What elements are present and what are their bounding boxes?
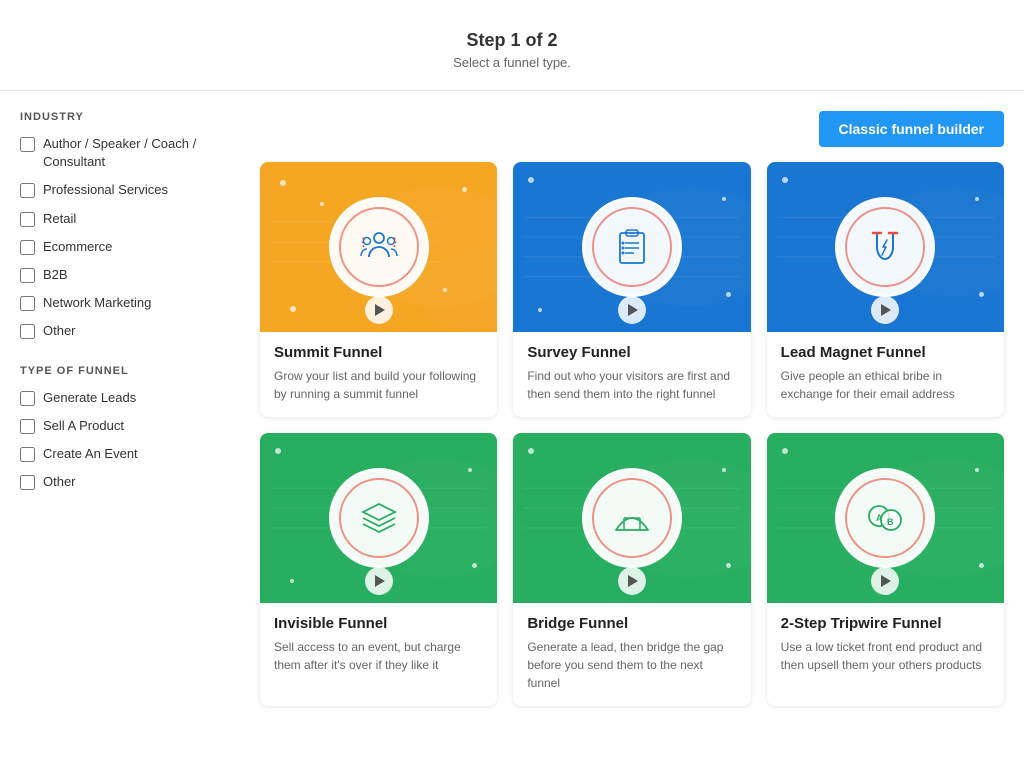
funnel-card-image-tripwire: B A: [767, 433, 1004, 603]
funnel-card-survey[interactable]: Survey Funnel Find out who your visitors…: [513, 162, 750, 417]
survey-card-body: Survey Funnel Find out who your visitors…: [513, 332, 750, 417]
lead-magnet-play-button[interactable]: [871, 296, 899, 324]
funnel-card-summit[interactable]: Summit Funnel Grow your list and build y…: [260, 162, 497, 417]
funnel-other[interactable]: Other: [20, 473, 240, 491]
invisible-icon-circle: [329, 468, 429, 568]
bridge-card-desc: Generate a lead, then bridge the gap bef…: [527, 638, 736, 692]
industry-retail-label: Retail: [43, 210, 76, 228]
industry-network[interactable]: Network Marketing: [20, 294, 240, 312]
tripwire-icon-circle: B A: [835, 468, 935, 568]
industry-ecommerce-label: Ecommerce: [43, 238, 112, 256]
industry-author-checkbox[interactable]: [20, 137, 35, 152]
industry-network-checkbox[interactable]: [20, 296, 35, 311]
industry-other[interactable]: Other: [20, 322, 240, 340]
industry-b2b-label: B2B: [43, 266, 68, 284]
summit-icon-circle: [329, 197, 429, 297]
classic-btn-row: Classic funnel builder: [260, 111, 1004, 147]
funnel-create-event-label: Create An Event: [43, 445, 138, 463]
funnel-type-section-title: TYPE OF FUNNEL: [20, 365, 240, 377]
funnel-sell-product[interactable]: Sell A Product: [20, 417, 240, 435]
tripwire-card-title: 2-Step Tripwire Funnel: [781, 615, 990, 632]
bridge-icon-circle: [582, 468, 682, 568]
funnel-generate-leads-checkbox[interactable]: [20, 391, 35, 406]
funnel-create-event[interactable]: Create An Event: [20, 445, 240, 463]
svg-text:B: B: [887, 517, 894, 527]
industry-network-label: Network Marketing: [43, 294, 151, 312]
funnel-card-image-invisible: [260, 433, 497, 603]
invisible-card-title: Invisible Funnel: [274, 615, 483, 632]
lead-magnet-icon-circle: [835, 197, 935, 297]
funnel-grid: Summit Funnel Grow your list and build y…: [260, 162, 1004, 706]
lead-magnet-card-title: Lead Magnet Funnel: [781, 344, 990, 361]
industry-b2b[interactable]: B2B: [20, 266, 240, 284]
funnel-other-checkbox[interactable]: [20, 475, 35, 490]
funnel-sell-product-label: Sell A Product: [43, 417, 124, 435]
industry-b2b-checkbox[interactable]: [20, 268, 35, 283]
survey-play-button[interactable]: [618, 296, 646, 324]
summit-play-button[interactable]: [365, 296, 393, 324]
survey-icon-circle: [582, 197, 682, 297]
classic-funnel-builder-button[interactable]: Classic funnel builder: [819, 111, 1004, 147]
step-label: Step 1 of 2: [0, 30, 1024, 51]
industry-retail[interactable]: Retail: [20, 210, 240, 228]
funnel-card-image-bridge: [513, 433, 750, 603]
industry-author-label: Author / Speaker / Coach / Consultant: [43, 135, 240, 171]
industry-author[interactable]: Author / Speaker / Coach / Consultant: [20, 135, 240, 171]
lead-magnet-card-desc: Give people an ethical bribe in exchange…: [781, 367, 990, 403]
survey-card-title: Survey Funnel: [527, 344, 736, 361]
funnel-card-image-summit: [260, 162, 497, 332]
industry-ecommerce[interactable]: Ecommerce: [20, 238, 240, 256]
invisible-play-button[interactable]: [365, 567, 393, 595]
summit-card-title: Summit Funnel: [274, 344, 483, 361]
funnel-card-image-lead-magnet: [767, 162, 1004, 332]
industry-other-label: Other: [43, 322, 76, 340]
funnel-card-bridge[interactable]: Bridge Funnel Generate a lead, then brid…: [513, 433, 750, 706]
industry-professional-checkbox[interactable]: [20, 183, 35, 198]
funnel-sell-product-checkbox[interactable]: [20, 419, 35, 434]
lead-magnet-card-body: Lead Magnet Funnel Give people an ethica…: [767, 332, 1004, 417]
sidebar: INDUSTRY Author / Speaker / Coach / Cons…: [20, 111, 240, 706]
funnel-card-invisible[interactable]: Invisible Funnel Sell access to an event…: [260, 433, 497, 706]
industry-retail-checkbox[interactable]: [20, 212, 35, 227]
invisible-card-body: Invisible Funnel Sell access to an event…: [260, 603, 497, 688]
funnel-other-label: Other: [43, 473, 76, 491]
bridge-play-button[interactable]: [618, 567, 646, 595]
funnel-create-event-checkbox[interactable]: [20, 447, 35, 462]
industry-professional[interactable]: Professional Services: [20, 181, 240, 199]
invisible-card-desc: Sell access to an event, but charge them…: [274, 638, 483, 674]
step-subtitle: Select a funnel type.: [0, 55, 1024, 70]
type-of-funnel-section: TYPE OF FUNNEL Generate Leads Sell A Pro…: [20, 365, 240, 492]
survey-card-desc: Find out who your visitors are first and…: [527, 367, 736, 403]
tripwire-play-button[interactable]: [871, 567, 899, 595]
funnel-generate-leads-label: Generate Leads: [43, 389, 136, 407]
tripwire-card-desc: Use a low ticket front end product and t…: [781, 638, 990, 674]
funnel-card-tripwire[interactable]: B A 2-Step Tripwire Funnel Use a low tic…: [767, 433, 1004, 706]
summit-card-body: Summit Funnel Grow your list and build y…: [260, 332, 497, 417]
summit-card-desc: Grow your list and build your following …: [274, 367, 483, 403]
funnel-card-lead-magnet[interactable]: Lead Magnet Funnel Give people an ethica…: [767, 162, 1004, 417]
bridge-card-title: Bridge Funnel: [527, 615, 736, 632]
tripwire-card-body: 2-Step Tripwire Funnel Use a low ticket …: [767, 603, 1004, 688]
industry-other-checkbox[interactable]: [20, 324, 35, 339]
bridge-card-body: Bridge Funnel Generate a lead, then brid…: [513, 603, 750, 706]
page-header: Step 1 of 2 Select a funnel type.: [0, 20, 1024, 91]
funnel-card-image-survey: [513, 162, 750, 332]
industry-professional-label: Professional Services: [43, 181, 168, 199]
funnel-grid-area: Classic funnel builder: [260, 111, 1004, 706]
funnel-generate-leads[interactable]: Generate Leads: [20, 389, 240, 407]
svg-text:A: A: [876, 513, 883, 523]
industry-ecommerce-checkbox[interactable]: [20, 240, 35, 255]
industry-section-title: INDUSTRY: [20, 111, 240, 123]
